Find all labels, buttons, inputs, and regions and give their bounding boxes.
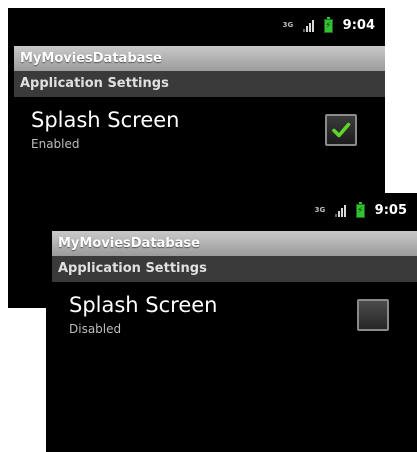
status-clock: 9:05 [374, 203, 407, 218]
status-clock: 9:04 [342, 18, 375, 33]
preference-summary: Enabled [31, 137, 80, 151]
preference-title: Splash Screen [31, 108, 180, 132]
splash-screen-preference[interactable]: Splash Screen Enabled [8, 97, 385, 167]
preference-title: Splash Screen [69, 293, 218, 317]
network-3g-icon: 3G [282, 21, 294, 29]
signal-strength-icon [334, 204, 346, 217]
preference-summary: Disabled [69, 322, 122, 336]
app-title-bar: MyMoviesDatabase [52, 231, 417, 256]
app-title-bar: MyMoviesDatabase [14, 46, 385, 71]
checkmark-icon [332, 122, 351, 138]
splash-screen-checkbox[interactable] [357, 299, 389, 331]
status-bar: 3G 9:05 [46, 193, 417, 231]
signal-strength-icon [302, 19, 314, 32]
settings-screen-disabled: 3G 9:05 MyMoviesDatabase Application Set… [46, 193, 417, 452]
status-bar: 3G 9:04 [8, 8, 385, 46]
splash-screen-preference[interactable]: Splash Screen Disabled [46, 282, 417, 352]
splash-screen-checkbox[interactable] [325, 114, 357, 146]
battery-charging-icon [323, 16, 333, 33]
battery-charging-icon [355, 201, 365, 218]
network-3g-icon: 3G [314, 206, 326, 214]
category-header: Application Settings [52, 256, 417, 282]
category-header: Application Settings [14, 71, 385, 97]
